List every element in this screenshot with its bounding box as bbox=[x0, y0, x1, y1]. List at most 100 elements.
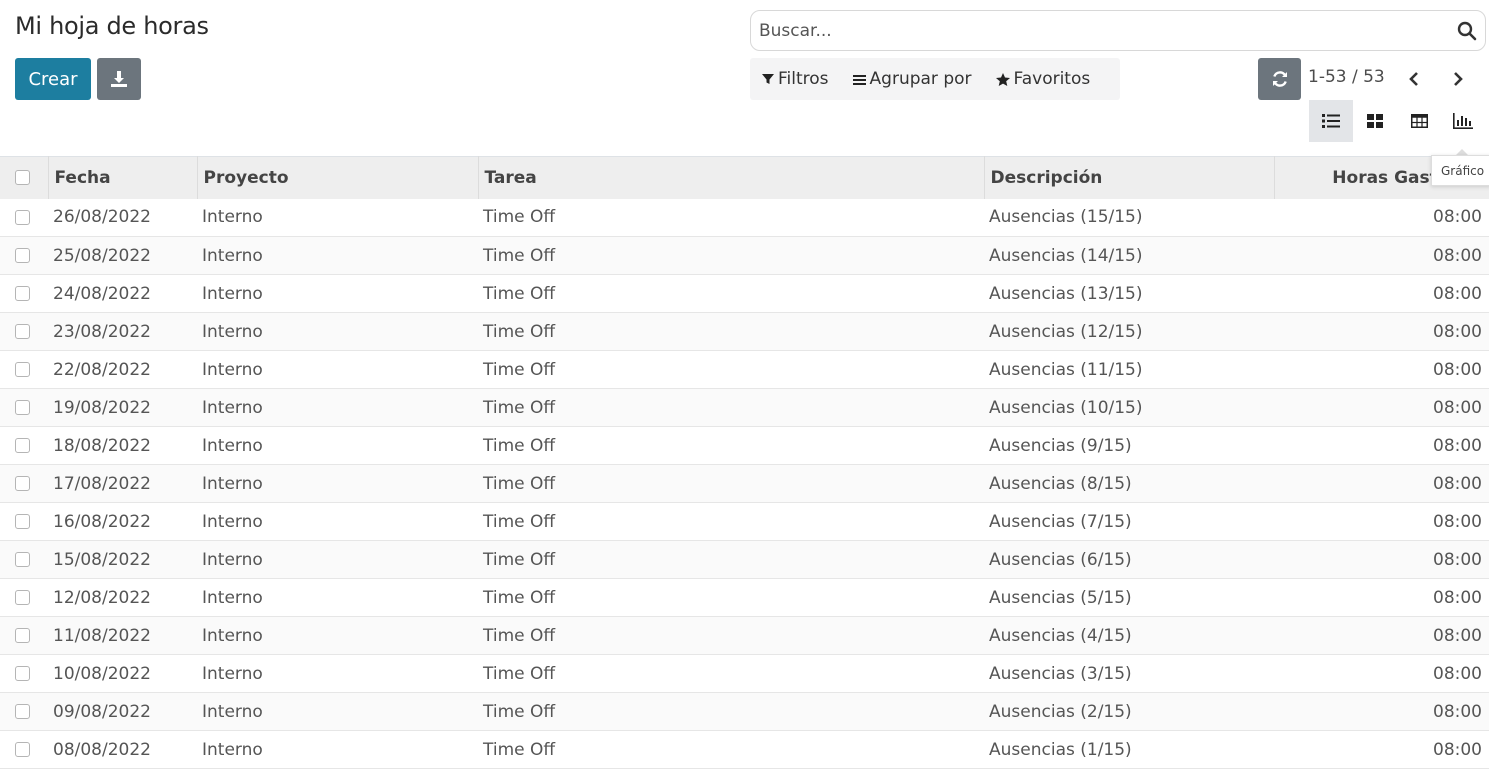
table-row[interactable]: 25/08/2022 Interno Time Off Ausencias (14/1… bbox=[0, 236, 1489, 275]
select-all-checkbox[interactable] bbox=[15, 170, 30, 186]
pager-previous-button[interactable] bbox=[1402, 66, 1426, 92]
cell-horas: 08:00 bbox=[1433, 283, 1482, 304]
search-box bbox=[750, 10, 1486, 51]
row-checkbox-cell[interactable] bbox=[0, 351, 48, 389]
table-row[interactable]: 10/08/2022 Interno Time Off Ausencias (3/15… bbox=[0, 655, 1489, 693]
table-row[interactable]: 09/08/2022 Interno Time Off Ausencias (2/15… bbox=[0, 692, 1489, 731]
column-header-tarea[interactable]: Tarea bbox=[478, 156, 985, 199]
column-header-fecha[interactable]: Fecha bbox=[48, 156, 198, 199]
row-checkbox[interactable] bbox=[15, 628, 30, 643]
cell-proyecto: Interno bbox=[202, 587, 263, 608]
row-checkbox[interactable] bbox=[15, 209, 30, 225]
cell-horas: 08:00 bbox=[1433, 625, 1482, 646]
favorites-dropdown[interactable]: Favoritos bbox=[995, 69, 1091, 89]
row-checkbox-cell[interactable] bbox=[0, 617, 48, 655]
row-checkbox[interactable] bbox=[15, 514, 30, 529]
cell-tarea: Time Off bbox=[483, 359, 556, 380]
list-icon bbox=[1322, 114, 1340, 128]
row-checkbox-cell[interactable] bbox=[0, 579, 48, 617]
kanban-icon bbox=[1367, 114, 1383, 128]
cell-fecha: 24/08/2022 bbox=[53, 283, 151, 304]
cell-fecha: 08/08/2022 bbox=[53, 739, 151, 760]
cell-proyecto: Interno bbox=[202, 473, 263, 494]
row-checkbox-cell[interactable] bbox=[0, 389, 48, 427]
group-by-dropdown[interactable]: Agrupar por bbox=[852, 69, 972, 89]
row-checkbox-cell[interactable] bbox=[0, 731, 48, 769]
search-icon[interactable] bbox=[1457, 21, 1477, 41]
row-checkbox[interactable] bbox=[15, 704, 30, 719]
table-row[interactable]: 08/08/2022 Interno Time Off Ausencias (1/15… bbox=[0, 731, 1489, 769]
row-checkbox[interactable] bbox=[15, 286, 30, 301]
row-checkbox-cell[interactable] bbox=[0, 313, 48, 351]
cell-horas: 08:00 bbox=[1433, 359, 1482, 380]
row-checkbox-cell[interactable] bbox=[0, 237, 48, 275]
row-checkbox[interactable] bbox=[15, 248, 30, 263]
row-checkbox-cell[interactable] bbox=[0, 465, 48, 503]
row-checkbox[interactable] bbox=[15, 666, 30, 681]
cell-tarea: Time Off bbox=[483, 587, 556, 608]
table-row[interactable]: 12/08/2022 Interno Time Off Ausencias (5/15… bbox=[0, 579, 1489, 617]
row-checkbox-cell[interactable] bbox=[0, 655, 48, 693]
row-checkbox[interactable] bbox=[15, 362, 30, 377]
table-row[interactable]: 24/08/2022 Interno Time Off Ausencias (13/1… bbox=[0, 275, 1489, 313]
cell-proyecto: Interno bbox=[202, 739, 263, 760]
row-checkbox-cell[interactable] bbox=[0, 503, 48, 541]
cell-tarea: Time Off bbox=[483, 701, 556, 722]
pager-next-button[interactable] bbox=[1446, 66, 1470, 92]
row-checkbox[interactable] bbox=[15, 552, 30, 567]
cell-descripcion: Ausencias (15/15) bbox=[989, 207, 1143, 228]
cell-descripcion: Ausencias (2/15) bbox=[989, 701, 1132, 722]
cell-proyecto: Interno bbox=[202, 283, 263, 304]
table-row[interactable]: 18/08/2022 Interno Time Off Ausencias (9/15… bbox=[0, 427, 1489, 465]
refresh-button[interactable] bbox=[1258, 58, 1301, 100]
list-view-button[interactable] bbox=[1309, 100, 1353, 142]
row-checkbox-cell[interactable] bbox=[0, 541, 48, 579]
cell-tarea: Time Off bbox=[483, 511, 556, 532]
cell-tarea: Time Off bbox=[483, 283, 556, 304]
filters-label: Filtros bbox=[778, 69, 829, 89]
row-checkbox[interactable] bbox=[15, 590, 30, 605]
kanban-view-button[interactable] bbox=[1353, 100, 1397, 142]
row-checkbox[interactable] bbox=[15, 476, 30, 491]
cell-fecha: 25/08/2022 bbox=[53, 245, 151, 266]
search-input[interactable] bbox=[759, 11, 1439, 50]
chevron-right-icon bbox=[1454, 72, 1463, 86]
cell-descripcion: Ausencias (10/15) bbox=[989, 397, 1143, 418]
cell-descripcion: Ausencias (6/15) bbox=[989, 549, 1132, 570]
table-row[interactable]: 15/08/2022 Interno Time Off Ausencias (6/15… bbox=[0, 540, 1489, 579]
row-checkbox-cell[interactable] bbox=[0, 199, 48, 237]
row-checkbox-cell[interactable] bbox=[0, 693, 48, 731]
cell-tarea: Time Off bbox=[483, 435, 556, 456]
cell-proyecto: Interno bbox=[202, 435, 263, 456]
cell-fecha: 16/08/2022 bbox=[53, 511, 151, 532]
table-row[interactable]: 19/08/2022 Interno Time Off Ausencias (10/1… bbox=[0, 388, 1489, 427]
column-header-proyecto[interactable]: Proyecto bbox=[197, 156, 479, 199]
row-checkbox[interactable] bbox=[15, 742, 30, 757]
table-row[interactable]: 16/08/2022 Interno Time Off Ausencias (7/15… bbox=[0, 503, 1489, 541]
graph-view-button[interactable] bbox=[1441, 100, 1485, 142]
grid-view-button[interactable] bbox=[1397, 100, 1441, 142]
table-row[interactable]: 17/08/2022 Interno Time Off Ausencias (8/15… bbox=[0, 464, 1489, 503]
cell-descripcion: Ausencias (9/15) bbox=[989, 435, 1132, 456]
cell-descripcion: Ausencias (4/15) bbox=[989, 625, 1132, 646]
bars-icon bbox=[852, 73, 866, 85]
cell-proyecto: Interno bbox=[202, 359, 263, 380]
download-button[interactable] bbox=[97, 58, 141, 100]
row-checkbox[interactable] bbox=[15, 324, 30, 339]
select-all-checkbox-cell[interactable] bbox=[0, 156, 49, 199]
pager-value[interactable]: 1-53 / 53 bbox=[1308, 67, 1385, 87]
cell-proyecto: Interno bbox=[202, 321, 263, 342]
table-row[interactable]: 26/08/2022 Interno Time Off Ausencias (15/1… bbox=[0, 199, 1489, 237]
table-row[interactable]: 23/08/2022 Interno Time Off Ausencias (12/1… bbox=[0, 312, 1489, 351]
row-checkbox[interactable] bbox=[15, 438, 30, 453]
table-row[interactable]: 22/08/2022 Interno Time Off Ausencias (11/1… bbox=[0, 351, 1489, 389]
filter-icon bbox=[762, 73, 774, 85]
row-checkbox[interactable] bbox=[15, 400, 30, 415]
filters-dropdown[interactable]: Filtros bbox=[762, 69, 829, 89]
favorites-label: Favoritos bbox=[1013, 69, 1091, 89]
column-header-descripcion[interactable]: Descripción bbox=[984, 156, 1275, 199]
create-button[interactable]: Crear bbox=[15, 58, 91, 100]
row-checkbox-cell[interactable] bbox=[0, 275, 48, 313]
table-row[interactable]: 11/08/2022 Interno Time Off Ausencias (4/15… bbox=[0, 616, 1489, 655]
row-checkbox-cell[interactable] bbox=[0, 427, 48, 465]
